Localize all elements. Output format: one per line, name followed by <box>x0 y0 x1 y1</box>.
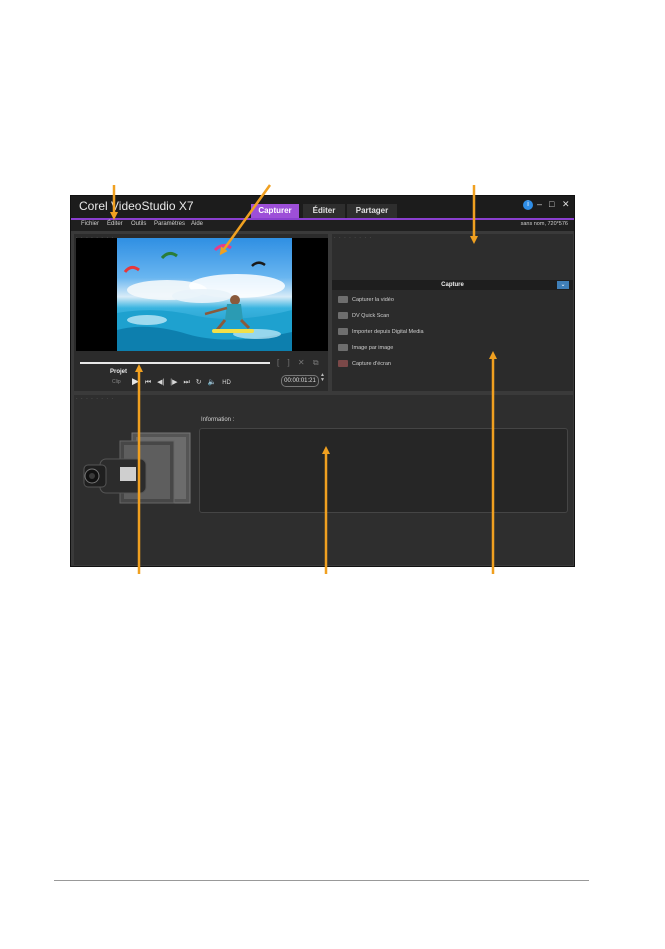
capture-item-label: Importer depuis Digital Media <box>352 328 424 335</box>
preview-panel: · · · · · · · · <box>74 234 328 391</box>
scrubber-bar[interactable] <box>80 362 270 364</box>
screen-capture-option[interactable]: Capture d'écran <box>338 358 424 369</box>
panel-grip[interactable]: · · · · · · · · <box>76 396 114 402</box>
player-area <box>76 238 328 351</box>
capture-options-list: Capturer la vidéo DV Quick Scan Importer… <box>338 294 424 374</box>
menu-editer[interactable]: Éditer <box>107 221 123 227</box>
maximize-button[interactable]: □ <box>549 199 554 209</box>
info-icon[interactable]: i <box>523 200 533 210</box>
title-bar: Corel VideoStudio X7 Capturer Éditer Par… <box>71 196 574 218</box>
play-icon[interactable]: ▶ <box>132 376 139 386</box>
menu-aide[interactable]: Aide <box>191 221 203 227</box>
menu-parametres[interactable]: Paramètres <box>154 221 185 227</box>
next-frame-icon[interactable]: |▶ <box>170 379 177 386</box>
timecode-display[interactable]: 00:00:01:21 <box>281 375 319 387</box>
capture-item-label: DV Quick Scan <box>352 312 390 319</box>
capture-item-label: Image par image <box>352 344 394 351</box>
camera-icon <box>338 296 348 303</box>
previous-frame-icon[interactable]: ◀| <box>157 379 164 386</box>
capture-item-label: Capturer la vidéo <box>352 296 394 303</box>
capture-header: Capture <box>332 280 573 290</box>
page-footer-line <box>54 880 589 881</box>
information-panel: · · · · · · · · Information : <box>74 395 573 565</box>
camcorder-icon <box>83 432 191 504</box>
library-panel: · · · · · · · · Capture ⌄ Capturer la vi… <box>332 234 573 391</box>
tab-share[interactable]: Partager <box>347 204 397 218</box>
menu-outils[interactable]: Outils <box>131 221 146 227</box>
close-button[interactable]: ✕ <box>562 199 570 210</box>
panel-grip[interactable]: · · · · · · · · <box>334 235 372 241</box>
hd-toggle[interactable]: HD <box>222 380 231 386</box>
playback-controls: ▶ ⏮ ◀| |▶ ⏭ ↻ 🔈 HD <box>132 376 235 387</box>
menu-bar: Fichier Éditer Outils Paramètres Aide sa… <box>71 220 574 231</box>
tab-edit[interactable]: Éditer <box>303 204 345 218</box>
screen-icon <box>338 360 348 367</box>
project-mode-label[interactable]: Projet <box>110 369 127 375</box>
capture-video-option[interactable]: Capturer la vidéo <box>338 294 424 305</box>
information-box <box>199 428 568 513</box>
app-title: Corel VideoStudio X7 <box>79 199 194 213</box>
information-label: Information : <box>201 417 235 423</box>
videostudio-window: Corel VideoStudio X7 Capturer Éditer Par… <box>70 195 575 567</box>
scan-icon <box>338 312 348 319</box>
timecode-spinner[interactable]: ▲ ▼ <box>320 373 325 383</box>
dv-quick-scan-option[interactable]: DV Quick Scan <box>338 310 424 321</box>
stop-motion-option[interactable]: Image par image <box>338 342 424 353</box>
video-preview <box>117 238 292 351</box>
end-icon[interactable]: ⏭ <box>183 379 189 386</box>
mark-tools[interactable]: [ ] ✕ ⧉ <box>277 358 322 368</box>
kitesurf-image <box>117 243 292 351</box>
chevron-down-icon[interactable]: ⌄ <box>557 281 569 289</box>
tab-capture[interactable]: Capturer <box>251 204 299 218</box>
import-icon <box>338 328 348 335</box>
menu-fichier[interactable]: Fichier <box>81 221 99 227</box>
volume-icon[interactable]: 🔈 <box>208 379 217 386</box>
repeat-icon[interactable]: ↻ <box>196 379 202 386</box>
clip-mode-label[interactable]: Clip <box>112 379 121 385</box>
spinner-down-icon[interactable]: ▼ <box>320 378 325 383</box>
frame-icon <box>338 344 348 351</box>
import-digital-media-option[interactable]: Importer depuis Digital Media <box>338 326 424 337</box>
project-info: sans nom, 720*576 <box>520 221 568 227</box>
minimize-button[interactable]: – <box>537 199 542 209</box>
home-icon[interactable]: ⏮ <box>145 379 151 386</box>
library-area: · · · · · · · · <box>332 234 573 280</box>
capture-item-label: Capture d'écran <box>352 360 391 367</box>
